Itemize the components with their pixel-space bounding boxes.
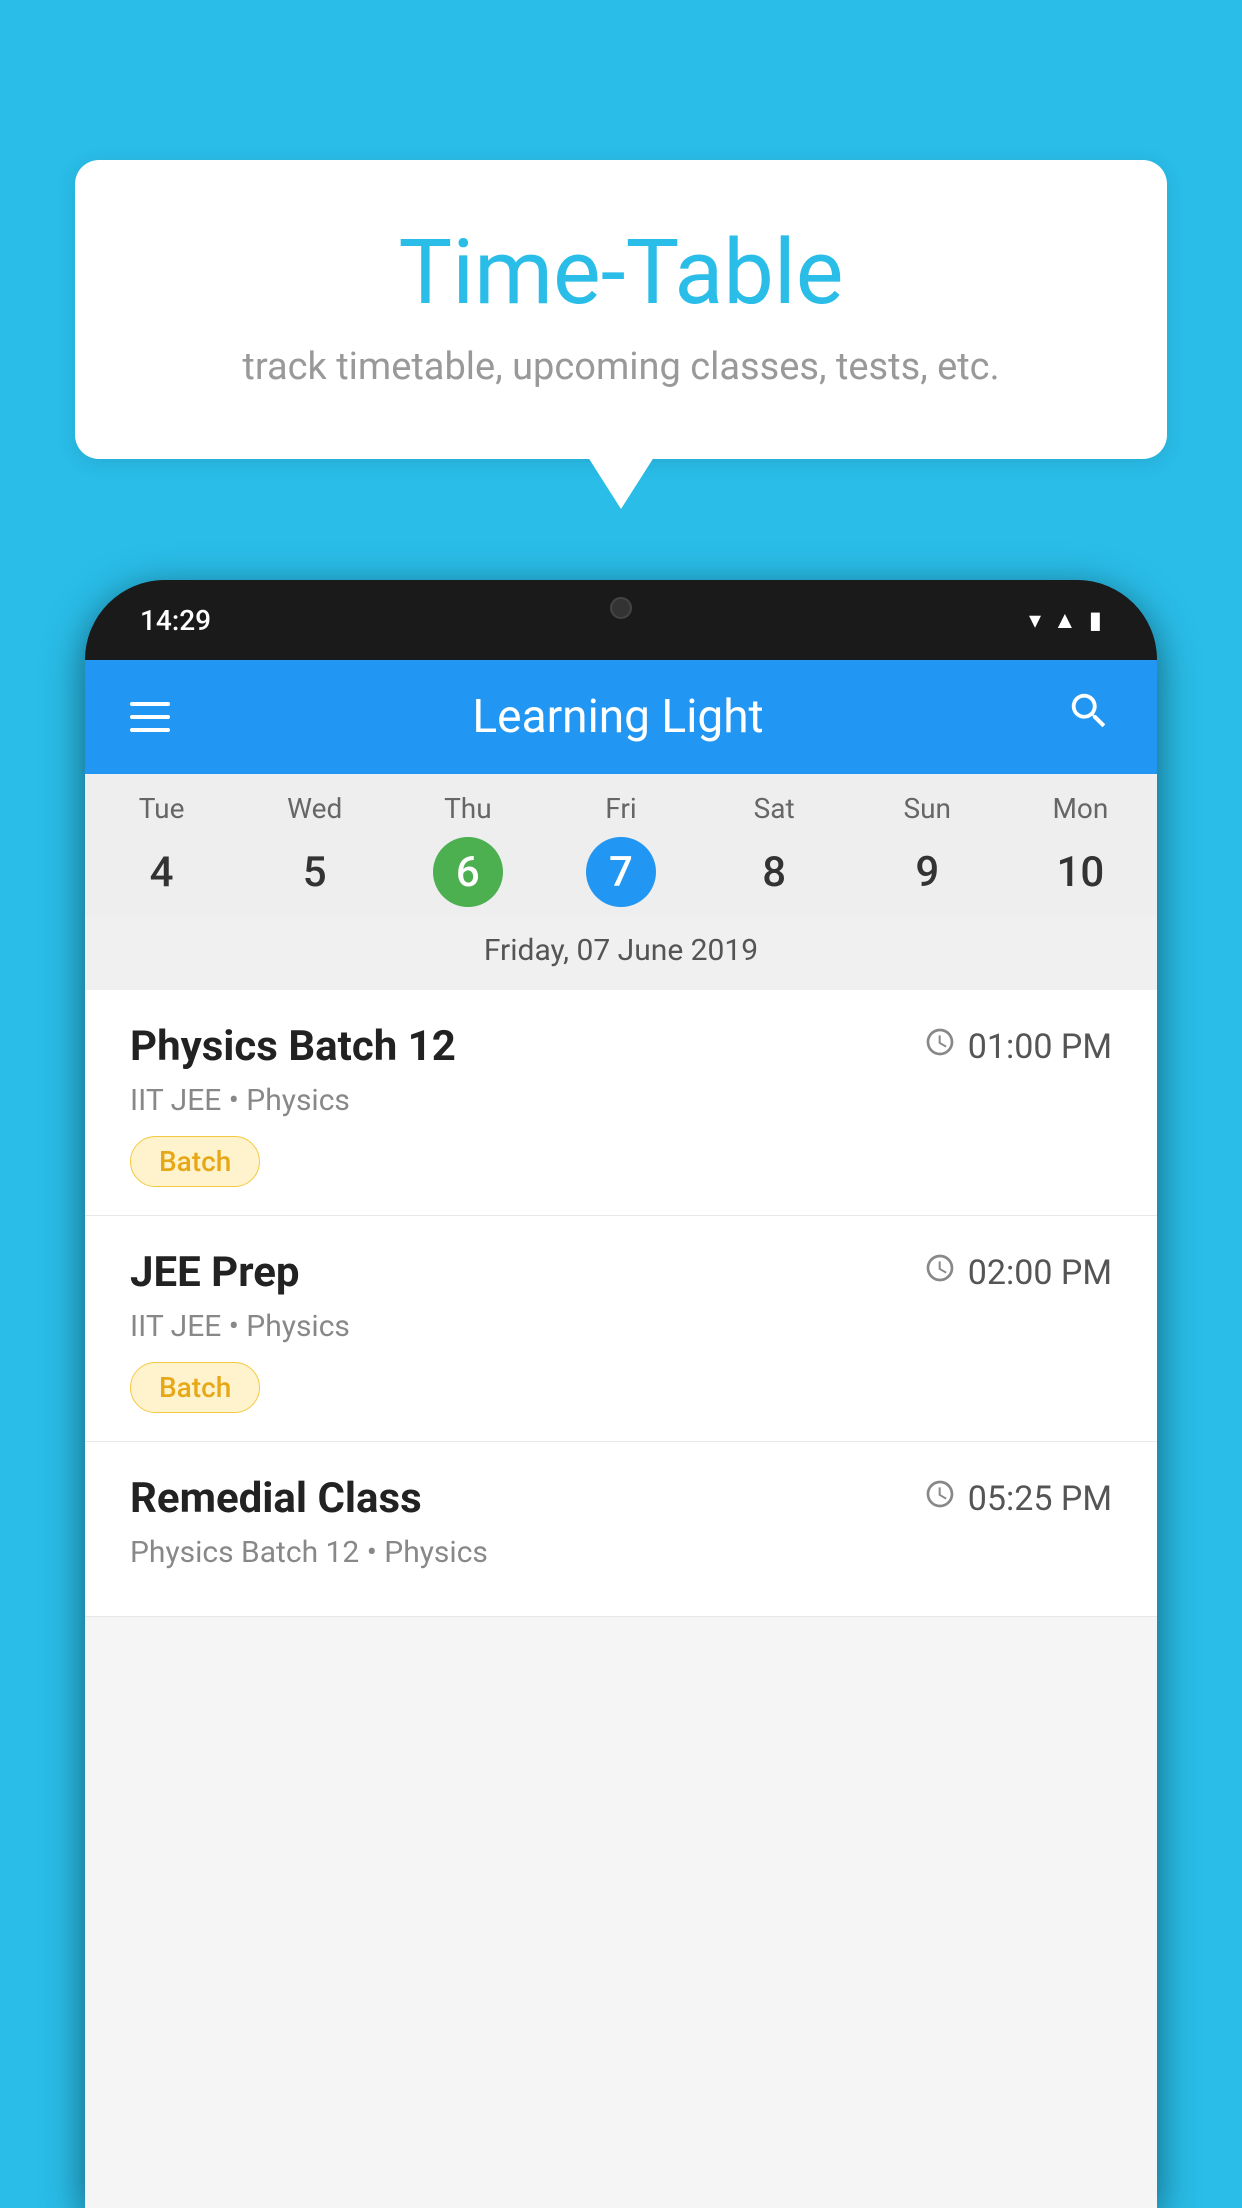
signal-icon: ▲ <box>1053 606 1077 635</box>
class-name: JEE Prep <box>130 1248 300 1297</box>
class-time-text: 02:00 PM <box>968 1253 1112 1293</box>
day-name-label: Tue <box>85 792 238 825</box>
clock-icon <box>924 1252 956 1293</box>
day-number-label: 8 <box>739 837 809 907</box>
status-time: 14:29 <box>140 604 211 637</box>
day-name-label: Sat <box>698 792 851 825</box>
calendar-day-5[interactable]: Wed 5 <box>238 792 391 907</box>
app-title: Learning Light <box>472 690 763 744</box>
day-number-label: 7 <box>586 837 656 907</box>
battery-icon: ▮ <box>1089 606 1102 634</box>
day-number-label: 6 <box>433 837 503 907</box>
clock-icon <box>924 1478 956 1519</box>
class-item[interactable]: JEE Prep 02:00 PM IIT JEE • Physics Batch <box>85 1216 1157 1442</box>
class-list: Physics Batch 12 01:00 PM IIT JEE • Physic… <box>85 990 1157 1617</box>
class-item[interactable]: Remedial Class 05:25 PM Physics Batch 12 •… <box>85 1442 1157 1617</box>
class-item-header: Remedial Class 05:25 PM <box>130 1474 1112 1523</box>
calendar-day-10[interactable]: Mon 10 <box>1004 792 1157 907</box>
class-item-header: Physics Batch 12 01:00 PM <box>130 1022 1112 1071</box>
class-subtitle: Physics Batch 12 • Physics <box>130 1535 1112 1570</box>
bubble-subtitle: track timetable, upcoming classes, tests… <box>155 345 1087 389</box>
class-time: 01:00 PM <box>924 1026 1112 1067</box>
class-time-text: 01:00 PM <box>968 1027 1112 1067</box>
hamburger-menu-button[interactable] <box>130 702 170 732</box>
day-number-label: 5 <box>280 837 350 907</box>
class-time: 05:25 PM <box>924 1478 1112 1519</box>
class-item[interactable]: Physics Batch 12 01:00 PM IIT JEE • Physic… <box>85 990 1157 1216</box>
day-name-label: Wed <box>238 792 391 825</box>
status-bar: 14:29 ▾ ▲ ▮ <box>85 580 1157 660</box>
calendar-day-7[interactable]: Fri 7 <box>544 792 697 907</box>
hamburger-line-3 <box>130 728 170 732</box>
days-row: Tue 4 Wed 5 Thu 6 Fri 7 Sat 8 Sun 9 Mon 10 <box>85 774 1157 915</box>
calendar-day-6[interactable]: Thu 6 <box>391 792 544 907</box>
speech-bubble-container: Time-Table track timetable, upcoming cla… <box>75 160 1167 459</box>
wifi-icon: ▾ <box>1029 606 1041 634</box>
bubble-title: Time-Table <box>155 220 1087 325</box>
class-subtitle: IIT JEE • Physics <box>130 1083 1112 1118</box>
calendar-strip: Tue 4 Wed 5 Thu 6 Fri 7 Sat 8 Sun 9 Mon 10 Friday, 07… <box>85 774 1157 990</box>
class-time: 02:00 PM <box>924 1252 1112 1293</box>
hamburger-line-2 <box>130 715 170 719</box>
day-name-label: Fri <box>544 792 697 825</box>
day-number-label: 4 <box>127 837 197 907</box>
search-button[interactable] <box>1066 688 1112 746</box>
day-name-label: Thu <box>391 792 544 825</box>
class-name: Remedial Class <box>130 1474 422 1523</box>
batch-badge: Batch <box>130 1362 260 1413</box>
phone-frame: 14:29 ▾ ▲ ▮ Learning Light <box>85 580 1157 2208</box>
camera-dot <box>610 597 632 619</box>
class-name: Physics Batch 12 <box>130 1022 456 1071</box>
app-header: Learning Light <box>85 660 1157 774</box>
day-number-label: 10 <box>1045 837 1115 907</box>
status-icons: ▾ ▲ ▮ <box>1029 606 1102 635</box>
day-number-label: 9 <box>892 837 962 907</box>
batch-badge: Batch <box>130 1136 260 1187</box>
calendar-day-9[interactable]: Sun 9 <box>851 792 1004 907</box>
class-subtitle: IIT JEE • Physics <box>130 1309 1112 1344</box>
app-screen: Learning Light Tue4Wed5Thu6Fri7Sat8Sun9M… <box>85 660 1157 2208</box>
phone-container: 14:29 ▾ ▲ ▮ Learning Light <box>85 580 1157 2208</box>
speech-bubble: Time-Table track timetable, upcoming cla… <box>75 160 1167 459</box>
calendar-day-8[interactable]: Sat 8 <box>698 792 851 907</box>
class-item-header: JEE Prep 02:00 PM <box>130 1248 1112 1297</box>
clock-icon <box>924 1026 956 1067</box>
phone-notch <box>561 580 681 635</box>
class-time-text: 05:25 PM <box>968 1479 1112 1519</box>
hamburger-line-1 <box>130 702 170 706</box>
calendar-day-4[interactable]: Tue 4 <box>85 792 238 907</box>
selected-date-label: Friday, 07 June 2019 <box>85 915 1157 990</box>
day-name-label: Sun <box>851 792 1004 825</box>
day-name-label: Mon <box>1004 792 1157 825</box>
